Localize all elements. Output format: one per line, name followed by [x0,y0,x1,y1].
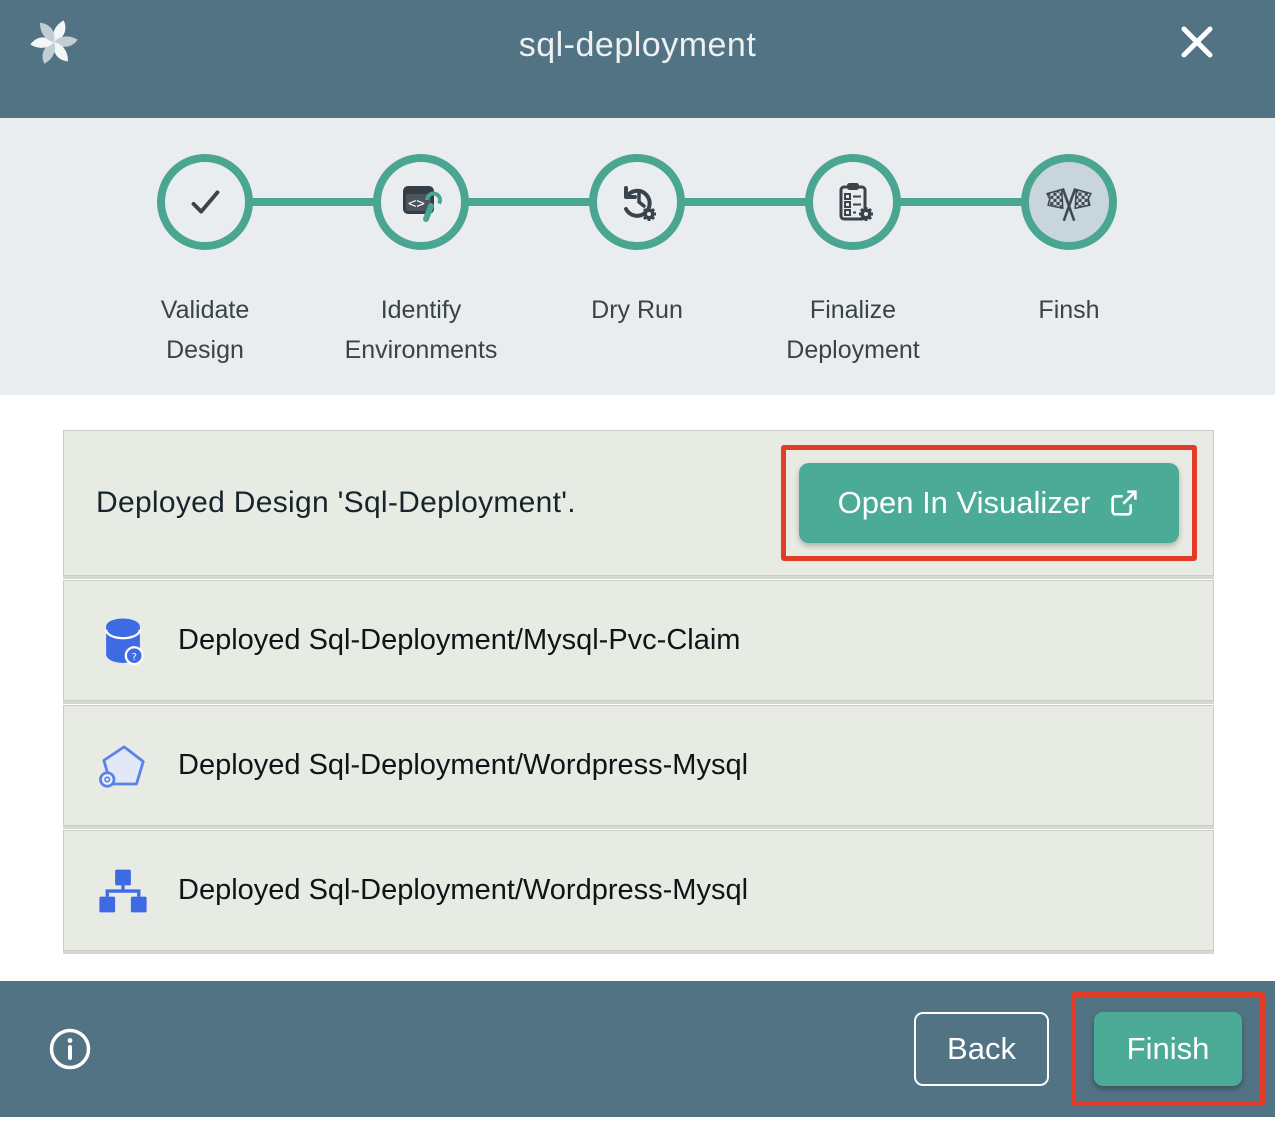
check-icon [182,179,228,225]
close-icon[interactable] [1177,22,1217,62]
deployed-design-text: Deployed Design 'Sql-Deployment'. [96,486,576,520]
visualizer-button-highlight: Open In Visualizer [781,445,1197,561]
step-label-dry-run: Dry Run [529,290,745,330]
open-in-new-icon [1108,487,1140,519]
result-text: Deployed Sql-Deployment/Mysql-Pvc-Claim [178,624,740,657]
step-dry-run[interactable] [589,154,685,250]
database-icon: ? [96,614,150,668]
result-row-service: Deployed Sql-Deployment/Wordpress-Mysql [63,705,1214,826]
pentagon-service-icon [96,739,150,793]
step-validate-design[interactable] [157,154,253,250]
deployment-wizard-dialog: sql-deployment <> [0,0,1275,1122]
svg-text:?: ? [132,652,137,663]
step-finalize-deployment[interactable] [805,154,901,250]
finish-button[interactable]: Finish [1094,1012,1242,1086]
result-row-deployment: Deployed Sql-Deployment/Wordpress-Mysql [63,830,1214,951]
dialog-footer: Back Finish [0,981,1275,1117]
step-finish[interactable] [1021,154,1117,250]
result-text: Deployed Sql-Deployment/Wordpress-Mysql [178,749,748,782]
page-bottom-strip [0,1117,1275,1122]
open-in-visualizer-button[interactable]: Open In Visualizer [799,463,1179,543]
back-button[interactable]: Back [914,1012,1049,1086]
step-label-identify-environments: Identify Environments [313,290,529,370]
summary-row: Deployed Design 'Sql-Deployment'. Open I… [63,430,1214,576]
step-identify-environments[interactable]: <> [373,154,469,250]
gear-icon [642,207,656,221]
result-text: Deployed Sql-Deployment/Wordpress-Mysql [178,874,748,907]
dialog-title: sql-deployment [519,26,757,65]
hierarchy-deployment-icon [96,864,150,918]
finish-button-highlight: Finish [1071,992,1265,1106]
step-label-finalize-deployment: Finalize Deployment [745,290,961,370]
dialog-header: sql-deployment [0,0,1275,118]
gear-icon [859,207,873,221]
clipboard-gear-icon [829,178,877,226]
step-label-finish: Finsh [961,290,1177,330]
code-config-icon: <> [397,178,445,226]
info-icon[interactable] [48,1027,92,1071]
dry-run-gear-icon [613,178,661,226]
svg-text:<>: <> [408,196,425,212]
result-row-pvc: ? Deployed Sql-Deployment/Mysql-Pvc-Clai… [63,580,1214,701]
meshery-logo-icon [28,14,80,68]
finish-flags-icon [1044,177,1094,227]
wizard-stepper: <> [0,118,1275,395]
deployment-results: Deployed Design 'Sql-Deployment'. Open I… [0,395,1275,981]
step-label-validate-design: Validate Design [97,290,313,370]
